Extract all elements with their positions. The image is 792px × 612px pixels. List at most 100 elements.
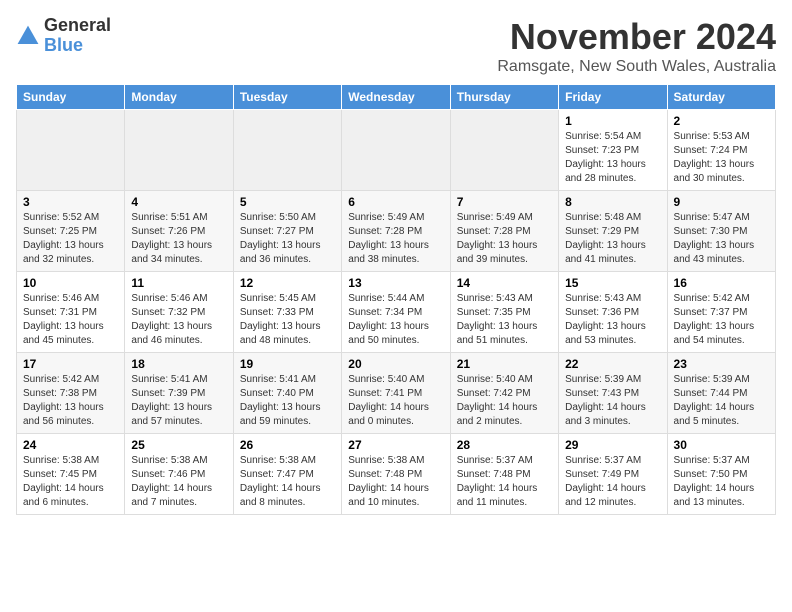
day-number: 28 [457, 438, 552, 452]
day-info: Sunrise: 5:46 AMSunset: 7:32 PMDaylight:… [131, 292, 226, 348]
calendar-header-monday: Monday [125, 85, 233, 110]
calendar-cell: 19 Sunrise: 5:41 AMSunset: 7:40 PMDayligh… [233, 353, 341, 434]
day-info: Sunrise: 5:39 AMSunset: 7:43 PMDaylight:… [565, 373, 660, 429]
day-number: 17 [23, 357, 118, 371]
calendar-cell: 11Sunrise: 5:46 AMSunset: 7:32 PMDayligh… [125, 272, 233, 353]
day-info: Sunrise: 5:51 AMSunset: 7:26 PMDaylight:… [131, 211, 226, 267]
day-info: Sunrise: 5:41 AMSunset: 7:40 PMDaylight:… [240, 373, 335, 429]
day-number: 7 [457, 195, 552, 209]
day-info: Sunrise: 5:40 AMSunset: 7:42 PMDaylight:… [457, 373, 552, 429]
calendar-cell: 8 Sunrise: 5:48 AMSunset: 7:29 PMDaylight… [559, 191, 667, 272]
calendar-cell: 13 Sunrise: 5:44 AMSunset: 7:34 PMDayligh… [342, 272, 450, 353]
calendar-cell: 26Sunrise: 5:38 AMSunset: 7:47 PMDayligh… [233, 434, 341, 515]
calendar-body: 1 Sunrise: 5:54 AMSunset: 7:23 PMDaylight… [17, 110, 776, 515]
day-number: 12 [240, 276, 335, 290]
day-info: Sunrise: 5:37 AMSunset: 7:49 PMDaylight:… [565, 454, 660, 510]
calendar-week-row: 24 Sunrise: 5:38 AMSunset: 7:45 PMDayligh… [17, 434, 776, 515]
calendar-cell: 21 Sunrise: 5:40 AMSunset: 7:42 PMDayligh… [450, 353, 558, 434]
day-info: Sunrise: 5:49 AMSunset: 7:28 PMDaylight:… [348, 211, 443, 267]
day-number: 18 [131, 357, 226, 371]
day-number: 23 [674, 357, 769, 371]
day-info: Sunrise: 5:44 AMSunset: 7:34 PMDaylight:… [348, 292, 443, 348]
day-number: 19 [240, 357, 335, 371]
day-number: 22 [565, 357, 660, 371]
day-info: Sunrise: 5:42 AMSunset: 7:38 PMDaylight:… [23, 373, 118, 429]
calendar-cell [450, 110, 558, 191]
day-info: Sunrise: 5:54 AMSunset: 7:23 PMDaylight:… [565, 130, 660, 186]
day-info: Sunrise: 5:37 AMSunset: 7:48 PMDaylight:… [457, 454, 552, 510]
calendar-cell [125, 110, 233, 191]
logo-icon [16, 24, 40, 48]
day-number: 9 [674, 195, 769, 209]
calendar-cell: 30 Sunrise: 5:37 AMSunset: 7:50 PMDayligh… [667, 434, 775, 515]
calendar-cell: 14 Sunrise: 5:43 AMSunset: 7:35 PMDayligh… [450, 272, 558, 353]
day-info: Sunrise: 5:48 AMSunset: 7:29 PMDaylight:… [565, 211, 660, 267]
day-number: 15 [565, 276, 660, 290]
day-number: 21 [457, 357, 552, 371]
day-info: Sunrise: 5:38 AMSunset: 7:46 PMDaylight:… [131, 454, 226, 510]
day-number: 13 [348, 276, 443, 290]
day-number: 24 [23, 438, 118, 452]
month-title: November 2024 [497, 16, 776, 58]
calendar-cell: 23 Sunrise: 5:39 AMSunset: 7:44 PMDayligh… [667, 353, 775, 434]
calendar-cell: 16 Sunrise: 5:42 AMSunset: 7:37 PMDayligh… [667, 272, 775, 353]
calendar-cell: 17 Sunrise: 5:42 AMSunset: 7:38 PMDayligh… [17, 353, 125, 434]
title-block: November 2024 Ramsgate, New South Wales,… [497, 16, 776, 76]
location-title: Ramsgate, New South Wales, Australia [497, 58, 776, 76]
calendar-week-row: 10 Sunrise: 5:46 AMSunset: 7:31 PMDayligh… [17, 272, 776, 353]
day-info: Sunrise: 5:38 AMSunset: 7:45 PMDaylight:… [23, 454, 118, 510]
calendar-cell: 15 Sunrise: 5:43 AMSunset: 7:36 PMDayligh… [559, 272, 667, 353]
logo-text: General Blue [44, 16, 111, 56]
calendar-header-saturday: Saturday [667, 85, 775, 110]
day-info: Sunrise: 5:50 AMSunset: 7:27 PMDaylight:… [240, 211, 335, 267]
logo: General Blue [16, 16, 111, 56]
calendar-cell: 27Sunrise: 5:38 AMSunset: 7:48 PMDayligh… [342, 434, 450, 515]
day-info: Sunrise: 5:42 AMSunset: 7:37 PMDaylight:… [674, 292, 769, 348]
day-info: Sunrise: 5:41 AMSunset: 7:39 PMDaylight:… [131, 373, 226, 429]
calendar-cell: 4Sunrise: 5:51 AMSunset: 7:26 PMDaylight… [125, 191, 233, 272]
day-info: Sunrise: 5:38 AMSunset: 7:47 PMDaylight:… [240, 454, 335, 510]
day-number: 8 [565, 195, 660, 209]
day-info: Sunrise: 5:37 AMSunset: 7:50 PMDaylight:… [674, 454, 769, 510]
calendar-table: SundayMondayTuesdayWednesdayThursdayFrid… [16, 84, 776, 515]
day-info: Sunrise: 5:40 AMSunset: 7:41 PMDaylight:… [348, 373, 443, 429]
calendar-cell [17, 110, 125, 191]
calendar-header-sunday: Sunday [17, 85, 125, 110]
day-number: 25 [131, 438, 226, 452]
calendar-header-thursday: Thursday [450, 85, 558, 110]
day-info: Sunrise: 5:45 AMSunset: 7:33 PMDaylight:… [240, 292, 335, 348]
day-number: 3 [23, 195, 118, 209]
calendar-week-row: 3 Sunrise: 5:52 AMSunset: 7:25 PMDaylight… [17, 191, 776, 272]
calendar-cell [342, 110, 450, 191]
calendar-cell: 12 Sunrise: 5:45 AMSunset: 7:33 PMDayligh… [233, 272, 341, 353]
calendar-cell: 25 Sunrise: 5:38 AMSunset: 7:46 PMDayligh… [125, 434, 233, 515]
calendar-cell: 2Sunrise: 5:53 AMSunset: 7:24 PMDaylight… [667, 110, 775, 191]
calendar-cell [233, 110, 341, 191]
day-info: Sunrise: 5:43 AMSunset: 7:36 PMDaylight:… [565, 292, 660, 348]
calendar-cell: 6 Sunrise: 5:49 AMSunset: 7:28 PMDaylight… [342, 191, 450, 272]
day-number: 5 [240, 195, 335, 209]
day-info: Sunrise: 5:46 AMSunset: 7:31 PMDaylight:… [23, 292, 118, 348]
day-number: 27 [348, 438, 443, 452]
day-number: 16 [674, 276, 769, 290]
logo-general: General [44, 16, 111, 36]
day-info: Sunrise: 5:43 AMSunset: 7:35 PMDaylight:… [457, 292, 552, 348]
day-number: 14 [457, 276, 552, 290]
day-info: Sunrise: 5:49 AMSunset: 7:28 PMDaylight:… [457, 211, 552, 267]
calendar-cell: 18 Sunrise: 5:41 AMSunset: 7:39 PMDayligh… [125, 353, 233, 434]
day-number: 10 [23, 276, 118, 290]
day-info: Sunrise: 5:39 AMSunset: 7:44 PMDaylight:… [674, 373, 769, 429]
day-number: 1 [565, 114, 660, 128]
calendar-cell: 3 Sunrise: 5:52 AMSunset: 7:25 PMDaylight… [17, 191, 125, 272]
calendar-header-tuesday: Tuesday [233, 85, 341, 110]
day-info: Sunrise: 5:52 AMSunset: 7:25 PMDaylight:… [23, 211, 118, 267]
calendar-cell: 9 Sunrise: 5:47 AMSunset: 7:30 PMDaylight… [667, 191, 775, 272]
day-number: 6 [348, 195, 443, 209]
logo-blue: Blue [44, 36, 111, 56]
day-number: 30 [674, 438, 769, 452]
day-info: Sunrise: 5:47 AMSunset: 7:30 PMDaylight:… [674, 211, 769, 267]
day-number: 29 [565, 438, 660, 452]
calendar-header-wednesday: Wednesday [342, 85, 450, 110]
calendar-week-row: 17 Sunrise: 5:42 AMSunset: 7:38 PMDayligh… [17, 353, 776, 434]
calendar-header-friday: Friday [559, 85, 667, 110]
